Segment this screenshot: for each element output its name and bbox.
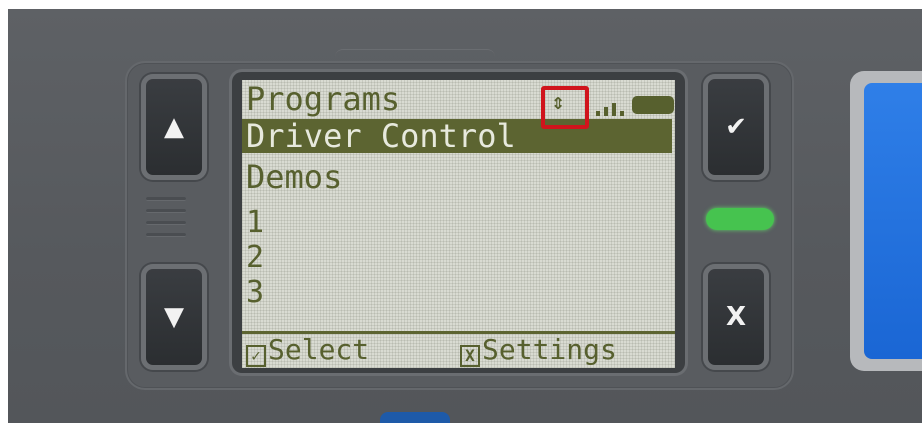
down-button[interactable]: ▼ bbox=[141, 264, 207, 370]
select-label: Select bbox=[268, 333, 370, 366]
menu-item-driver-control[interactable]: Driver Control bbox=[242, 119, 672, 153]
select-hint: ✓ Select bbox=[246, 333, 370, 367]
status-led bbox=[706, 208, 774, 230]
bottom-tab bbox=[380, 412, 450, 423]
menu-item-demos[interactable]: Demos bbox=[246, 160, 342, 194]
up-arrow-icon: ▲ bbox=[164, 112, 184, 142]
brain-device-edge bbox=[850, 71, 922, 371]
check-button[interactable]: ✔ bbox=[703, 74, 769, 180]
battery-icon bbox=[632, 96, 674, 114]
x-button[interactable]: X bbox=[703, 264, 769, 370]
menu-item-3[interactable]: 3 bbox=[246, 276, 264, 310]
checkmark-icon: ✔ bbox=[725, 112, 747, 142]
menu-item-1[interactable]: 1 bbox=[246, 206, 264, 240]
signal-icon bbox=[596, 102, 626, 116]
up-button[interactable]: ▲ bbox=[141, 74, 207, 180]
lcd-screen: Programs ⇕ Driver Control Demos 1 2 3 ✓ S… bbox=[242, 80, 675, 368]
down-arrow-icon: ▼ bbox=[164, 302, 184, 332]
x-icon: X bbox=[725, 302, 747, 332]
settings-hint: X Settings bbox=[460, 333, 617, 367]
settings-label: Settings bbox=[482, 333, 617, 366]
highlight-box bbox=[541, 86, 589, 129]
x-box-icon: X bbox=[460, 345, 480, 367]
speaker-grille bbox=[146, 197, 186, 245]
device-frame: ▲ ▼ ✔ X Programs ⇕ Driver Control Demos … bbox=[8, 9, 922, 423]
screen-title: Programs bbox=[246, 80, 401, 118]
check-box-icon: ✓ bbox=[246, 345, 266, 367]
menu-item-2[interactable]: 2 bbox=[246, 241, 264, 275]
brain-screen bbox=[864, 83, 922, 359]
